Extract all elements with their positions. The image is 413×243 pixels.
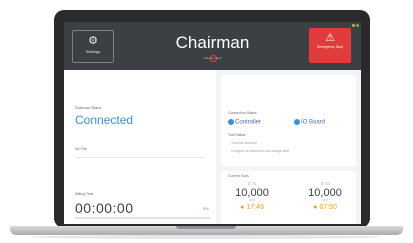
- app-screen: ⚙ Settings Chairman makes it work ⚠ Emer…: [64, 22, 361, 224]
- progress-percent: 0%: [203, 206, 209, 211]
- laptop-shadow: [30, 235, 383, 239]
- left-panel: Chairman Status Connected NC File Millin…: [64, 70, 216, 224]
- current-tools-panel: Current Tools ⊙ T1 10,000 RPM ● 17:49 ⊙ …: [221, 171, 356, 224]
- milling-time-label: Milling Time: [75, 192, 94, 196]
- window-dot-icon[interactable]: [352, 24, 355, 27]
- controller-label: Controller: [235, 119, 262, 126]
- tool-name: ⊙ T1: [247, 181, 257, 186]
- tool-rpm-value: 10,000: [235, 187, 269, 199]
- checked-circle-icon: [228, 119, 234, 125]
- tool-status-line: In region of maximum tool usage time: [231, 149, 290, 153]
- tool-rpm-value: 10,000: [308, 187, 342, 199]
- warning-icon: ⚠: [325, 32, 335, 44]
- window-dot-icon[interactable]: [356, 24, 359, 27]
- tool-rpm-unit: RPM: [249, 199, 255, 202]
- emergency-stop-button[interactable]: ⚠ Emergency Stop: [309, 28, 351, 63]
- io-board-indicator: IO Board: [294, 119, 325, 126]
- tool-status-line: Tool not secured: [231, 141, 257, 145]
- chairman-status-value: Connected: [75, 113, 134, 127]
- tool-card: ⊙ T1 10,000 RPM ● 17:49: [227, 181, 277, 211]
- chairman-status-label: Chairman Status: [75, 106, 102, 110]
- tool-card: ⊙ T2 10,000 RPM ● 67:50: [300, 181, 350, 211]
- emergency-stop-label: Emergency Stop: [317, 45, 343, 49]
- nc-file-label: NC File: [75, 147, 87, 151]
- window-controls: [351, 23, 359, 28]
- checked-circle-icon: [294, 119, 300, 125]
- current-tools-label: Current Tools: [228, 174, 249, 178]
- status-panel: Connection Status Controller IO Board To…: [221, 75, 356, 166]
- tool-name: ⊙ T2: [320, 181, 330, 186]
- tool-rpm-unit: RPM: [322, 199, 328, 202]
- tool-time: ● 67:50: [313, 204, 337, 211]
- tool-time: ● 17:49: [240, 204, 264, 211]
- progress-bar: [75, 217, 210, 219]
- laptop-notch: [176, 226, 236, 229]
- io-board-label: IO Board: [301, 119, 326, 126]
- milling-time-value: 00:00:00: [75, 200, 134, 216]
- connection-status-label: Connection Status: [228, 111, 257, 115]
- app-header: ⚙ Settings Chairman makes it work ⚠ Emer…: [64, 22, 361, 70]
- controller-indicator: Controller: [228, 119, 261, 126]
- tool-status-label: Tool Status: [228, 133, 246, 137]
- nc-file-divider: [75, 157, 203, 158]
